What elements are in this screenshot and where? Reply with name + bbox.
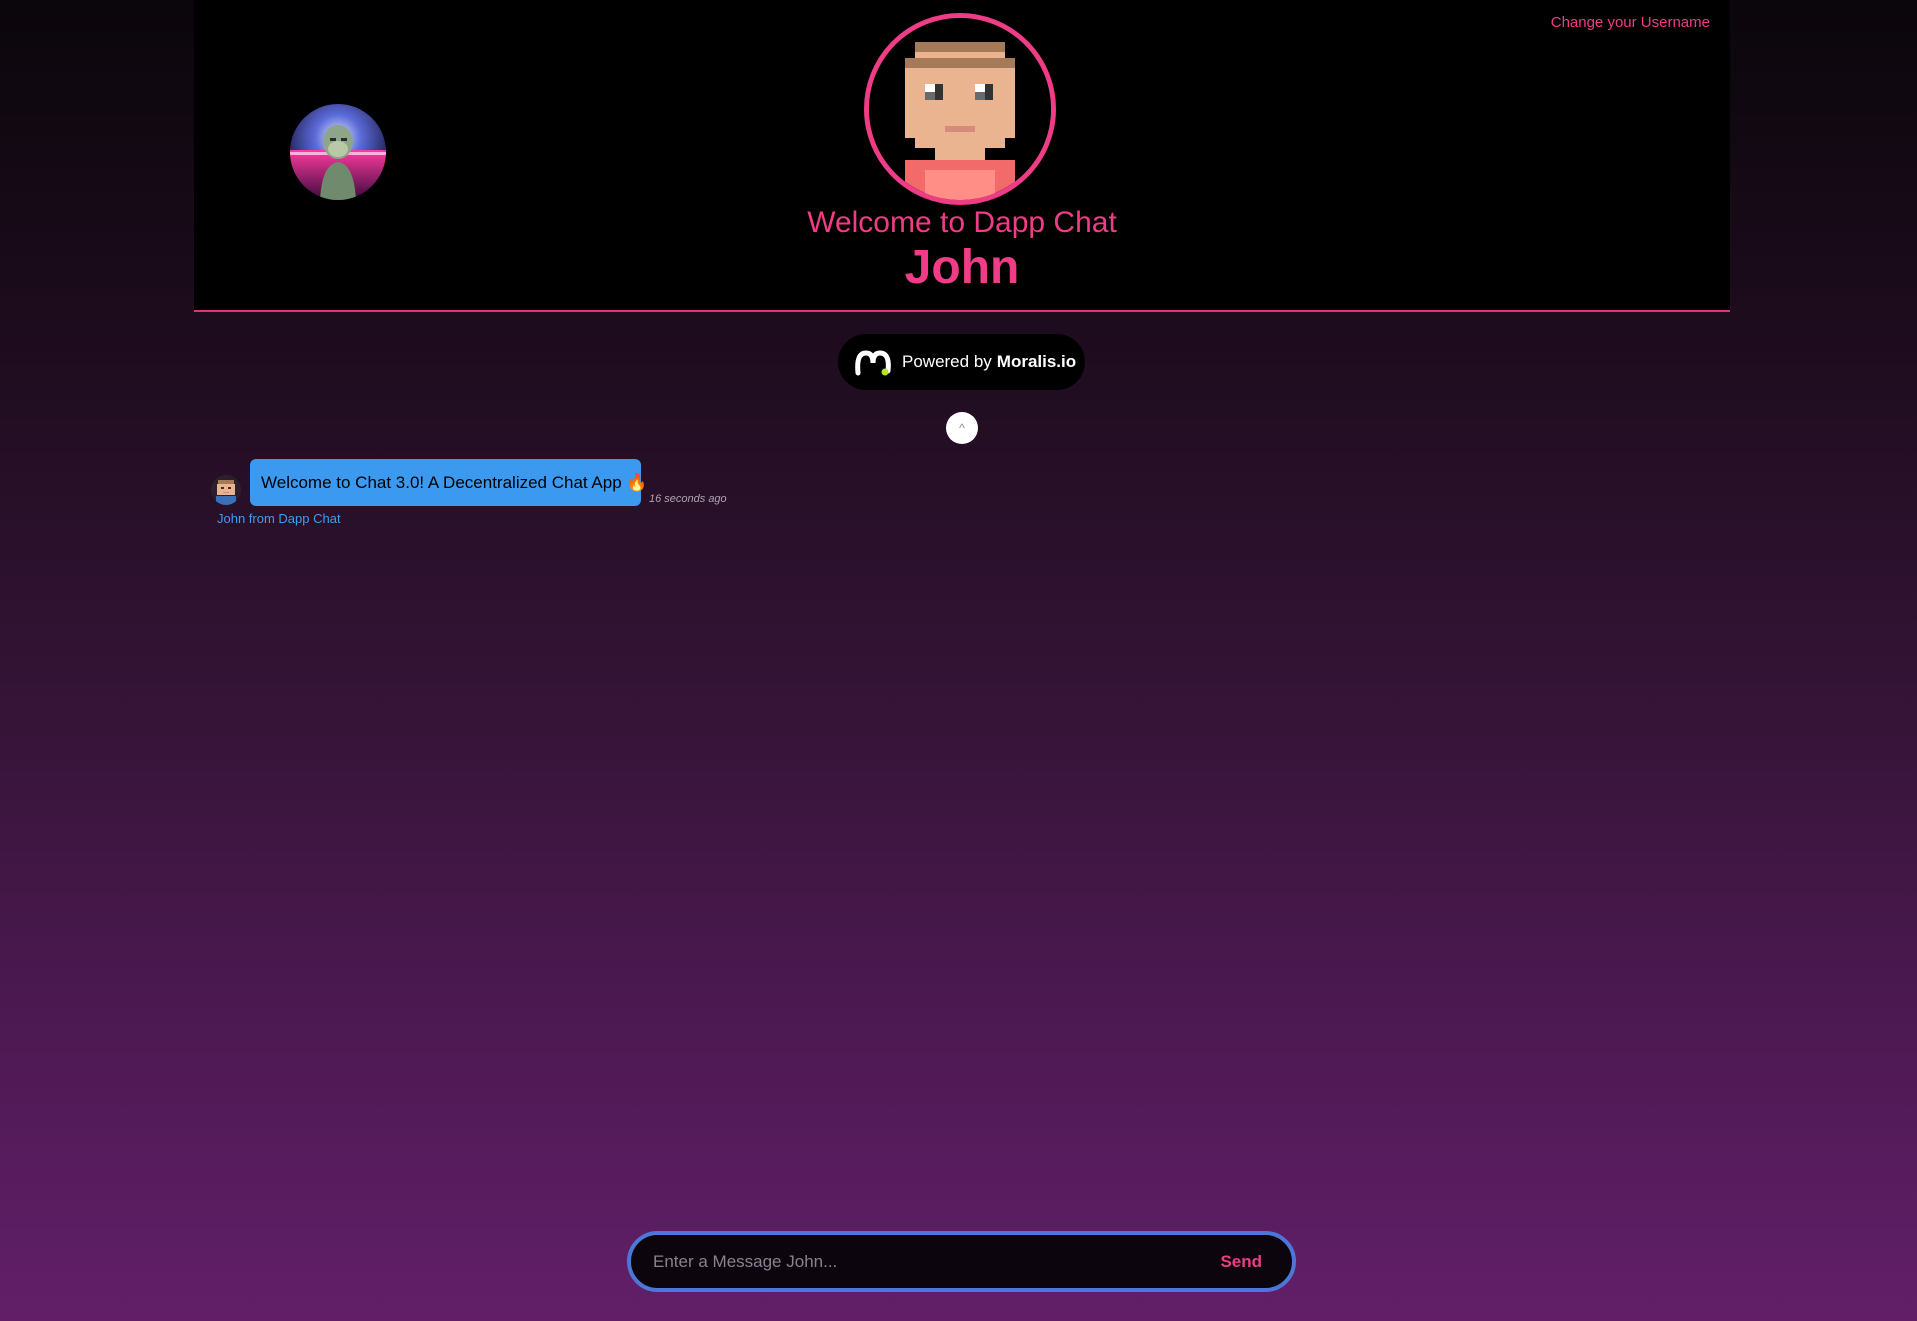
- powered-by-label: Powered by: [902, 352, 992, 371]
- powered-by-moralis-badge[interactable]: Powered by Moralis.io: [838, 334, 1085, 390]
- send-button[interactable]: Send: [1214, 1251, 1268, 1273]
- moralis-brand-label: Moralis.io: [996, 352, 1077, 371]
- message-sender-avatar: [211, 475, 241, 505]
- message-composer: Send: [627, 1231, 1296, 1292]
- message-bubble: Welcome to Chat 3.0! A Decentralized Cha…: [250, 459, 648, 506]
- username-title: John: [904, 241, 1020, 294]
- user-profile-avatar: [864, 13, 1056, 205]
- change-username-link[interactable]: Change your Username: [1551, 14, 1710, 31]
- moralis-logo-icon: [854, 347, 892, 377]
- message-sender-name: John from Dapp Chat: [217, 511, 341, 526]
- scroll-up-button[interactable]: ^: [946, 412, 978, 444]
- ape-avatar: [290, 104, 386, 200]
- header-banner: Change your Username Welcome to Dapp Cha…: [194, 0, 1730, 312]
- welcome-heading: Welcome to Dapp Chat: [807, 206, 1117, 239]
- message-input[interactable]: [631, 1250, 1215, 1273]
- message-timestamp: 16 seconds ago: [649, 493, 727, 505]
